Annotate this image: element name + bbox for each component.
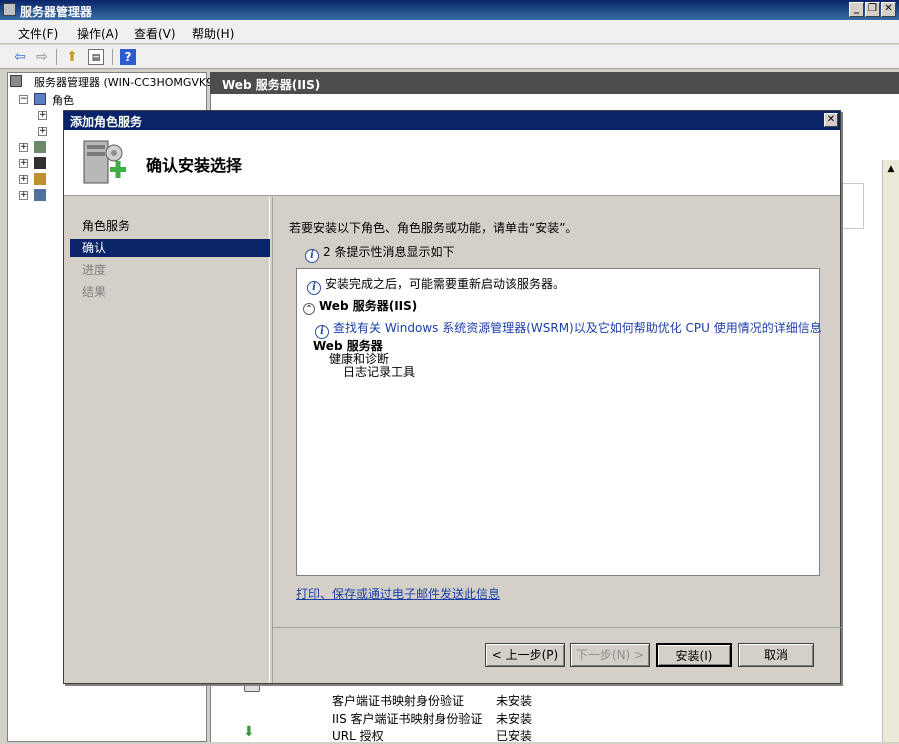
info-message-count: i 2 条提示性消息显示如下 — [305, 243, 454, 263]
instruction-text: 若要安装以下角色、角色服务或功能，请单击“安装”。 — [289, 221, 578, 235]
role-service-name: IIS 客户端证书映射身份验证 — [332, 712, 483, 726]
print-save-email-link[interactable]: 打印、保存或通过电子邮件发送此信息 — [296, 585, 500, 602]
restart-note: i 安装完成之后，可能需要重新启动该服务器。 — [307, 275, 565, 295]
features-icon — [34, 141, 46, 153]
role-service-status: 已安装 — [496, 729, 533, 743]
menubar: 文件(F) 操作(A) 查看(V) 帮助(H) — [0, 20, 899, 44]
toolbar-separator — [112, 49, 113, 65]
menu-view[interactable]: 查看(V) — [134, 25, 176, 42]
restart-note-text: 安装完成之后，可能需要重新启动该服务器。 — [325, 277, 566, 291]
server-icon — [10, 75, 22, 87]
details-header-title: Web 服务器(IIS) — [222, 78, 321, 92]
dialog-titlebar: 添加角色服务 ✕ — [64, 111, 840, 130]
details-panel-frame — [838, 183, 864, 229]
scroll-up-icon[interactable]: ▲ — [884, 162, 898, 176]
dialog-header-title: 确认安装选择 — [146, 156, 243, 175]
role-service-status: 未安装 — [496, 712, 533, 726]
tree-expand-toggle[interactable]: + — [38, 127, 47, 136]
menu-action[interactable]: 操作(A) — [77, 25, 119, 42]
list-item-logging-tools: 日志记录工具 — [343, 365, 416, 379]
tree-expand-toggle[interactable]: + — [19, 143, 28, 152]
wsrm-info-link[interactable]: 查找有关 Windows 系统资源管理器(WSRM)以及它如何帮助优化 CPU … — [333, 321, 822, 335]
step-progress: 进度 — [82, 263, 107, 277]
wizard-content: 若要安装以下角色、角色服务或功能，请单击“安装”。 i2 条提示性消息显示如下 … — [272, 197, 841, 683]
collapse-chevron-icon[interactable]: ⌃ — [303, 303, 315, 315]
tree-expand-toggle[interactable]: + — [38, 111, 47, 120]
menu-help[interactable]: 帮助(H) — [192, 25, 234, 42]
details-header: Web 服务器(IIS) — [210, 72, 899, 94]
dialog-title: 添加角色服务 — [70, 115, 143, 129]
step-results: 结果 — [82, 285, 107, 299]
info-count-label: 2 条提示性消息显示如下 — [323, 245, 455, 259]
close-button[interactable]: ✕ — [881, 2, 896, 17]
role-service-status: 未安装 — [496, 694, 533, 708]
wsrm-info[interactable]: i 查找有关 Windows 系统资源管理器(WSRM)以及它如何帮助优化 CPU… — [315, 319, 822, 339]
storage-icon — [34, 189, 46, 201]
add-role-services-dialog: 添加角色服务 ✕ 确认安装选择 角色服务 确认 进度 结果 若要安装以下角色、角… — [63, 110, 841, 684]
iis-section[interactable]: ⌃ Web 服务器(IIS) — [303, 297, 417, 315]
vertical-scrollbar[interactable]: ▲ — [882, 160, 899, 742]
back-arrow-icon[interactable]: ⇦ — [12, 49, 28, 65]
minimize-button[interactable]: _ — [849, 2, 864, 17]
tree-roles-label[interactable]: 角色 — [52, 92, 74, 108]
configuration-icon — [34, 173, 46, 185]
info-icon: i — [307, 281, 321, 295]
toolbar-separator — [56, 49, 57, 65]
step-role-services[interactable]: 角色服务 — [70, 217, 270, 235]
step-confirmation[interactable]: 确认 — [70, 239, 270, 257]
main-titlebar: 服务器管理器 _ ❐ ✕ — [0, 0, 899, 20]
iis-section-label: Web 服务器(IIS) — [319, 299, 418, 313]
restore-button[interactable]: ❐ — [865, 2, 880, 17]
help-icon[interactable]: ? — [120, 49, 136, 65]
roles-icon — [34, 93, 46, 105]
wizard-steps: 角色服务 确认 进度 结果 — [68, 197, 270, 683]
tree-collapse-toggle[interactable]: − — [19, 95, 28, 104]
installed-service-icon: ⬇ — [243, 724, 255, 740]
install-button[interactable]: 安装(I) — [656, 643, 732, 667]
up-folder-icon[interactable]: ⬆ — [64, 49, 80, 65]
info-icon: i — [305, 249, 319, 263]
tree-expand-toggle[interactable]: + — [19, 159, 28, 168]
window-title: 服务器管理器 — [20, 5, 93, 19]
button-bar-separator — [273, 627, 841, 628]
server-add-icon — [83, 140, 126, 184]
next-button: 下一步(N) > — [570, 643, 650, 667]
forward-arrow-icon[interactable]: ⇨ — [34, 49, 50, 65]
dialog-close-button[interactable]: ✕ — [824, 113, 838, 127]
toolbar: ⇦ ⇨ ⬆ ▤ ? — [0, 45, 899, 69]
tree-root-label[interactable]: 服务器管理器 (WIN-CC3HOMGVK9 — [34, 74, 213, 90]
cancel-button[interactable]: 取消 — [738, 643, 814, 667]
role-service-name: 客户端证书映射身份验证 — [332, 694, 465, 708]
dialog-header: 确认安装选择 — [64, 130, 840, 196]
confirmation-list: i 安装完成之后，可能需要重新启动该服务器。 ⌃ Web 服务器(IIS) i 查找有… — [296, 268, 822, 576]
show-hide-tree-icon[interactable]: ▤ — [88, 49, 104, 65]
tree-expand-toggle[interactable]: + — [19, 175, 28, 184]
server-manager-icon — [3, 3, 16, 16]
tree-expand-toggle[interactable]: + — [19, 191, 28, 200]
diagnostics-icon — [34, 157, 46, 169]
role-service-name: URL 授权 — [332, 729, 384, 743]
back-button[interactable]: < 上一步(P) — [485, 643, 565, 667]
menu-file[interactable]: 文件(F) — [18, 25, 58, 42]
